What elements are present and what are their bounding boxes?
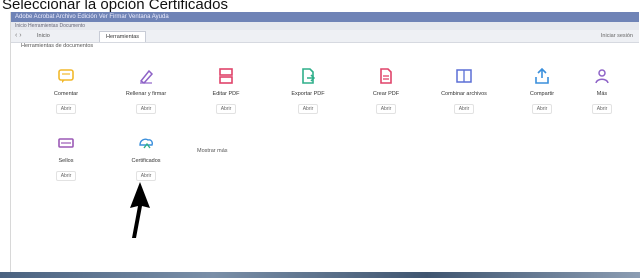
tab-home[interactable]: Inicio — [31, 31, 56, 41]
tool-name: Exportar PDF — [291, 91, 325, 97]
comment-icon — [58, 69, 74, 83]
edit-pdf-icon — [219, 68, 233, 84]
tool-stamp[interactable]: Sellos Abrir — [31, 134, 101, 182]
menu-bar-text: Adobe Acrobat Archivo Edición Ver Firmar… — [15, 14, 169, 20]
export-pdf-icon — [302, 68, 316, 84]
tool-name: Certificados — [131, 158, 161, 164]
tool-combine-files[interactable]: Combinar archivos Abrir — [429, 67, 499, 115]
tab-row: ‹ › Inicio Herramientas Iniciar sesión — [11, 30, 639, 43]
create-pdf-icon — [380, 68, 392, 84]
combine-files-icon — [456, 69, 472, 83]
tool-name: Editar PDF — [212, 91, 240, 97]
toolbar-strip-text: Inicio Herramientas Documento — [15, 23, 86, 29]
tool-more[interactable]: Más Abrir — [567, 67, 637, 115]
tab-tools[interactable]: Herramientas — [99, 31, 147, 42]
open-button[interactable]: Abrir — [135, 104, 157, 114]
tool-comment[interactable]: Comentar Abrir — [31, 67, 101, 115]
more-tools-icon — [595, 69, 609, 84]
toolbar-strip[interactable]: Inicio Herramientas Documento — [11, 22, 639, 30]
certificates-icon — [139, 138, 153, 149]
open-button[interactable]: Abrir — [453, 104, 475, 114]
open-button[interactable]: Abrir — [375, 104, 397, 114]
tool-name: Rellenar y firmar — [125, 91, 167, 97]
stamp-icon — [58, 138, 74, 148]
tool-name: Comentar — [53, 91, 79, 97]
tool-name: Más — [596, 91, 608, 97]
show-more-link[interactable]: Mostrar más — [197, 148, 228, 154]
taskbar — [0, 272, 640, 278]
back-forward-icon[interactable]: ‹ › — [15, 31, 22, 41]
fill-sign-icon — [139, 69, 154, 84]
tool-name: Crear PDF — [372, 91, 400, 97]
tool-name: Sellos — [58, 158, 74, 164]
open-button[interactable]: Abrir — [297, 104, 319, 114]
sign-in-link[interactable]: Iniciar sesión — [601, 31, 633, 41]
tool-certificates[interactable]: Certificados Abrir — [111, 134, 181, 182]
pointer-arrow-icon — [130, 182, 150, 238]
share-icon — [535, 67, 549, 84]
tool-edit-pdf[interactable]: Editar PDF Abrir — [191, 67, 261, 115]
tool-name: Combinar archivos — [441, 91, 487, 97]
tool-create-pdf[interactable]: Crear PDF Abrir — [351, 67, 421, 115]
open-button[interactable]: Abrir — [531, 104, 553, 114]
acrobat-window: Adobe Acrobat Archivo Edición Ver Firmar… — [10, 12, 639, 274]
open-button[interactable]: Abrir — [591, 104, 613, 114]
tool-export-pdf[interactable]: Exportar PDF Abrir — [273, 67, 343, 115]
open-button[interactable]: Abrir — [215, 104, 237, 114]
tool-fill-sign[interactable]: Rellenar y firmar Abrir — [111, 67, 181, 115]
open-button[interactable]: Abrir — [55, 171, 77, 181]
open-button[interactable]: Abrir — [55, 104, 77, 114]
menu-bar[interactable]: Adobe Acrobat Archivo Edición Ver Firmar… — [11, 12, 639, 22]
breadcrumb: Herramientas de documentos — [21, 43, 94, 49]
